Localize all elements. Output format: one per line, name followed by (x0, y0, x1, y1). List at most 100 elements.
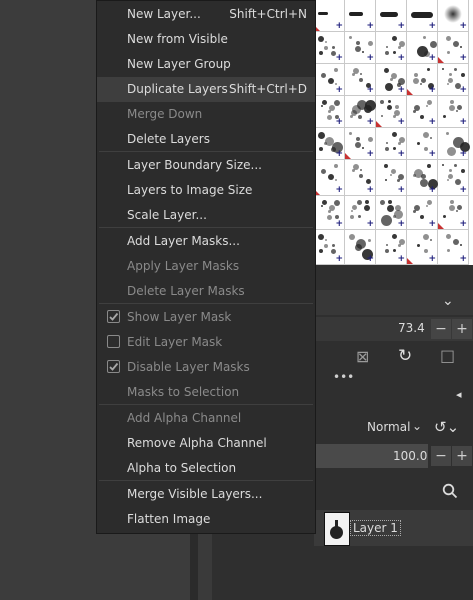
menu-item-label: Masks to Selection (127, 385, 240, 399)
open-folder-icon[interactable]: □ (440, 346, 455, 365)
menu-item-label: New Layer... (127, 7, 201, 21)
layer-thumbnail (324, 512, 350, 546)
brush-thumbnail[interactable]: + (345, 230, 376, 265)
menu-item-new-layer[interactable]: New Layer... Shift+Ctrl+N (97, 2, 315, 27)
menu-item-label: Add Layer Masks... (127, 234, 240, 248)
menu-item-add-layer-masks[interactable]: Add Layer Masks... (97, 229, 315, 254)
refresh-icon[interactable]: ↻ (398, 346, 412, 366)
brush-options-row: ⌄ (314, 290, 473, 315)
brush-thumbnail[interactable]: + (345, 160, 376, 196)
menu-item-duplicate-layers[interactable]: Duplicate Layers Shift+Ctrl+D (97, 77, 315, 102)
brush-thumbnail[interactable]: + (407, 32, 438, 64)
menu-item-label: Layer Boundary Size... (127, 158, 262, 172)
menu-item-label: Disable Layer Masks (127, 360, 250, 374)
menu-item-label: Layers to Image Size (127, 183, 253, 197)
brush-thumbnail[interactable]: + (345, 32, 376, 64)
menu-item-label: Delete Layers (127, 132, 210, 146)
brush-thumbnail[interactable]: + (314, 196, 345, 230)
plus-icon[interactable]: + (452, 446, 472, 466)
brush-thumbnail[interactable]: + (376, 0, 407, 32)
brush-thumbnail[interactable]: + (376, 128, 407, 160)
brush-thumbnail[interactable]: + (438, 160, 469, 196)
checkbox-icon (107, 335, 120, 348)
menu-item-label: Scale Layer... (127, 208, 207, 222)
menu-item-add-alpha-channel: Add Alpha Channel (97, 406, 315, 431)
brush-thumbnail[interactable]: + (345, 128, 376, 160)
menu-item-label: New from Visible (127, 32, 228, 46)
brush-thumbnail[interactable]: + (376, 32, 407, 64)
brush-thumbnail[interactable]: + (314, 160, 345, 196)
brush-thumbnail[interactable]: + (407, 230, 438, 265)
mode-select[interactable]: Normal (367, 420, 410, 434)
menu-item-layers-to-image-size[interactable]: Layers to Image Size (97, 178, 315, 203)
menu-item-layer-boundary-size[interactable]: Layer Boundary Size... (97, 153, 315, 178)
brush-thumbnail[interactable]: + (314, 32, 345, 64)
menu-item-label: Flatten Image (127, 512, 211, 526)
menu-item-merge-visible-layers[interactable]: Merge Visible Layers... (97, 482, 315, 507)
tab-menu-icon[interactable]: ◂ (456, 388, 462, 401)
brush-thumbnail[interactable]: + (376, 64, 407, 96)
menu-item-new-layer-group[interactable]: New Layer Group (97, 52, 315, 77)
menu-item-delete-layers[interactable]: Delete Layers (97, 127, 315, 152)
brush-thumbnail[interactable]: + (314, 0, 345, 32)
chevron-down-icon[interactable]: ⌄ (412, 419, 422, 433)
brush-thumbnail[interactable]: + (438, 196, 469, 230)
brush-thumbnail[interactable]: + (314, 230, 345, 265)
brush-thumbnail[interactable]: + (438, 64, 469, 96)
brush-thumbnail[interactable]: + (376, 230, 407, 265)
menu-item-remove-alpha-channel[interactable]: Remove Alpha Channel (97, 431, 315, 456)
menu-item-label: Remove Alpha Channel (127, 436, 267, 450)
layer-name[interactable]: Layer 1 (350, 520, 401, 536)
brush-thumbnail[interactable]: + (376, 160, 407, 196)
mode-row: Normal ⌄ ↺⌄ (314, 416, 473, 440)
menu-item-delete-layer-masks: Delete Layer Masks (97, 279, 315, 304)
menu-item-scale-layer[interactable]: Scale Layer... (97, 203, 315, 228)
brush-thumbnail[interactable]: + (407, 128, 438, 160)
brush-thumbnail[interactable]: + (376, 196, 407, 230)
menu-item-shortcut: Shift+Ctrl+D (229, 82, 307, 96)
brush-thumbnail[interactable]: + (314, 96, 345, 128)
checkbox-checked-icon (107, 360, 120, 373)
brush-thumbnail[interactable]: + (407, 196, 438, 230)
menu-item-alpha-to-selection[interactable]: Alpha to Selection (97, 456, 315, 481)
brush-thumbnail[interactable]: + (345, 64, 376, 96)
brush-thumbnail[interactable]: + (438, 0, 469, 32)
minus-icon[interactable]: − (431, 446, 451, 466)
search-icon[interactable] (442, 483, 458, 499)
minus-icon[interactable]: − (431, 319, 451, 339)
delete-brush-icon[interactable]: ⊠ (356, 347, 369, 366)
menu-item-flatten-image[interactable]: Flatten Image (97, 507, 315, 532)
brush-thumbnail[interactable]: + (438, 96, 469, 128)
menu-item-label: Duplicate Layers (127, 82, 228, 96)
brush-thumbnail[interactable]: + (376, 96, 407, 128)
layer-list-item[interactable]: Layer 1 (314, 510, 473, 546)
menu-item-label: New Layer Group (127, 57, 231, 71)
brush-thumbnail[interactable]: + (407, 160, 438, 196)
menu-item-label: Apply Layer Masks (127, 259, 240, 273)
brush-thumbnail[interactable]: + (407, 64, 438, 96)
brush-thumbnail[interactable]: + (407, 0, 438, 32)
opacity-value: 100.0 (393, 449, 428, 463)
menu-item-disable-layer-masks: Disable Layer Masks (97, 355, 315, 380)
chevron-down-icon[interactable]: ⌄ (442, 293, 454, 309)
menu-item-merge-down: Merge Down (97, 102, 315, 127)
brush-thumbnail[interactable]: + (314, 64, 345, 96)
brush-thumbnail[interactable]: + (438, 128, 470, 160)
brush-thumbnail[interactable]: + (314, 128, 345, 160)
opacity-row: 100.0 − + (314, 444, 473, 468)
menu-item-new-from-visible[interactable]: New from Visible (97, 27, 315, 52)
brush-thumbnail[interactable]: + (345, 96, 376, 128)
brush-thumbnail[interactable]: + (438, 32, 469, 64)
layer-search-row (314, 476, 473, 506)
spacing-value[interactable]: 73.4 (398, 321, 425, 335)
brush-thumbnail[interactable]: + (407, 96, 438, 128)
spacing-row: 73.4 − + (314, 317, 473, 341)
composite-mode-icon[interactable]: ↺⌄ (434, 418, 459, 436)
plus-icon[interactable]: + (452, 319, 472, 339)
menu-item-label: Edit Layer Mask (127, 335, 223, 349)
layer-context-menu: New Layer... Shift+Ctrl+N New from Visible… (96, 0, 316, 534)
menu-item-apply-layer-masks: Apply Layer Masks (97, 254, 315, 279)
brush-thumbnail[interactable]: + (345, 196, 376, 230)
brush-thumbnail[interactable]: + (438, 230, 469, 265)
brush-thumbnail[interactable]: + (345, 0, 376, 32)
